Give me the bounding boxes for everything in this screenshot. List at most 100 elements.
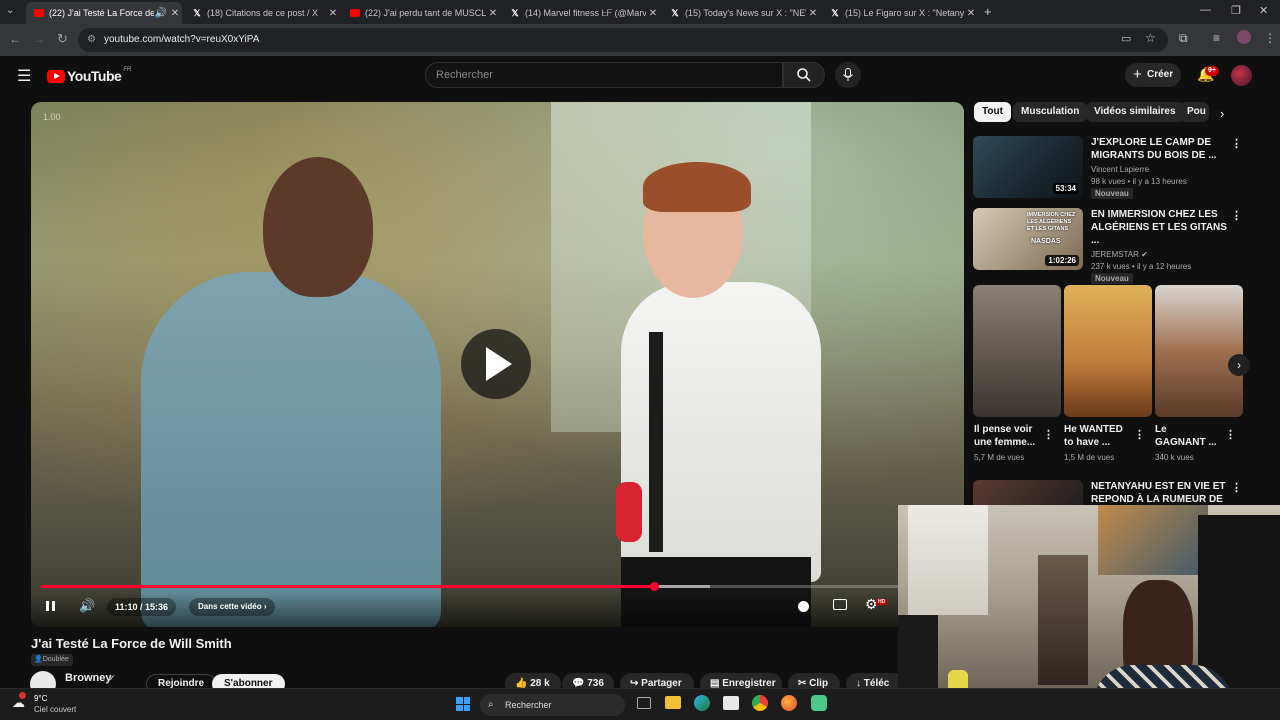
duration-badge: 1:02:26 (1045, 255, 1079, 266)
channel-name[interactable]: Browney (65, 672, 111, 684)
media-controls-icon[interactable]: ≡ (1213, 31, 1220, 45)
hamburger-menu-icon[interactable]: ☰ (17, 66, 31, 86)
profile-avatar[interactable] (1237, 30, 1251, 44)
window-background (908, 505, 988, 615)
firefox-icon[interactable] (781, 695, 797, 711)
short-views: 1,5 M de vues (1064, 453, 1115, 462)
youtube-logo-text: YouTube (67, 68, 122, 84)
search-icon (797, 68, 811, 82)
extensions-icon[interactable]: ⧉ (1179, 31, 1188, 46)
browser-tab[interactable]: 𝕏 (15) Today's News sur X : "NEW ✕ (662, 2, 820, 24)
taskbar-search[interactable]: ⌕ Rechercher (480, 694, 625, 716)
more-actions-icon[interactable]: ⋮ (1043, 428, 1054, 441)
site-info-icon[interactable]: ⚙ (87, 28, 96, 52)
chip-similar-videos[interactable]: Vidéos similaires (1086, 102, 1184, 122)
windows-start-icon[interactable] (456, 697, 470, 711)
person-right-tie (649, 332, 663, 552)
person-left-head (263, 157, 373, 297)
rec-title-line2: ALGÉRIENS ET LES GITANS ... (1091, 222, 1227, 246)
chip-more[interactable]: Pou (1179, 102, 1209, 122)
recommendation-item[interactable]: J'EXPLORE LE CAMP DE MIGRANTS DU BOIS DE… (1091, 136, 1231, 199)
more-actions-icon[interactable]: ⋮ (1134, 428, 1145, 441)
url-field[interactable]: ⚙ youtube.com/watch?v=reuX0xYiPA (78, 28, 1168, 52)
wall-poster (1098, 505, 1208, 575)
short-item[interactable]: Le GAGNANT ... 340 k vues (1155, 423, 1221, 464)
person-left-sweater (141, 272, 441, 627)
chip-all[interactable]: Tout (974, 102, 1011, 122)
store-icon[interactable] (723, 696, 739, 710)
reload-icon[interactable]: ↻ (57, 31, 68, 47)
url-text: youtube.com/watch?v=reuX0xYiPA (104, 34, 260, 45)
dubbed-badge: 👤Doublée (31, 654, 73, 666)
more-actions-icon[interactable]: ⋮ (1231, 481, 1242, 494)
browser-menu-icon[interactable]: ⋮ (1264, 31, 1276, 45)
shorts-next-button[interactable]: › (1228, 354, 1250, 376)
play-icon (486, 347, 512, 381)
tab-search-chevron-icon[interactable]: ⌄ (6, 5, 14, 16)
edge-icon[interactable] (694, 695, 710, 711)
play-button[interactable] (461, 329, 531, 399)
browser-tab[interactable]: (22) J'ai Testé La Force de W 🔊 ✕ (26, 2, 182, 24)
short-thumbnail[interactable] (1155, 285, 1243, 417)
browser-tab[interactable]: 𝕏 (18) Citations de ce post / X ✕ (184, 2, 340, 24)
weather-temperature: 9°C (34, 694, 48, 703)
voice-search-button[interactable] (835, 62, 861, 88)
tab-label: (15) Le Figaro sur X : "Netanyal (845, 8, 964, 18)
task-view-icon[interactable] (637, 697, 651, 709)
short-item[interactable]: Il pense voir une femme... 5,7 M de vues (974, 423, 1040, 464)
bookmark-star-icon[interactable]: ☆ (1145, 31, 1156, 45)
window-close-icon[interactable]: ✕ (1259, 4, 1268, 17)
youtube-logo-icon (47, 69, 65, 83)
maximize-icon[interactable]: ❐ (1231, 4, 1241, 17)
short-thumbnail[interactable] (1064, 285, 1152, 417)
forward-icon[interactable]: → (33, 32, 45, 46)
app-icon[interactable] (811, 695, 827, 711)
browser-tab[interactable]: 𝕏 (14) Marvel fitness ᖶᖴ (@Marvel ✕ (502, 2, 660, 24)
search-input[interactable]: Rechercher (425, 62, 783, 88)
close-icon[interactable]: ✕ (486, 8, 500, 19)
short-thumbnail[interactable] (973, 285, 1061, 417)
short-item[interactable]: He WANTED to have ... 1,5 M de vues (1064, 423, 1130, 464)
bookshelf (1038, 555, 1088, 685)
search-button[interactable] (783, 62, 825, 88)
close-icon[interactable]: ✕ (326, 8, 340, 19)
close-icon[interactable]: ✕ (168, 8, 182, 19)
video-player[interactable]: 1.00 🔊 11:10 / 15:36 Dans cette vidéo › … (31, 102, 964, 627)
create-label: Créer (1147, 69, 1174, 80)
account-avatar[interactable] (1231, 65, 1252, 86)
close-icon[interactable]: ✕ (806, 8, 820, 19)
rec-channel: JEREMSTAR ✔ (1091, 249, 1231, 261)
chevron-right-icon[interactable]: › (1220, 106, 1224, 121)
volume-icon[interactable]: 🔊 (79, 598, 95, 614)
close-icon[interactable]: ✕ (646, 8, 660, 19)
seek-bar[interactable] (41, 582, 899, 591)
address-bar-row: ← → ↻ ⚙ youtube.com/watch?v=reuX0xYiPA ▭… (0, 24, 1280, 56)
new-tab-icon[interactable]: + (984, 4, 992, 19)
cast-icon[interactable]: ▭ (1121, 32, 1131, 45)
minimize-icon[interactable]: — (1200, 4, 1211, 16)
subtitles-icon[interactable] (833, 599, 847, 610)
more-actions-icon[interactable]: ⋮ (1231, 209, 1242, 222)
youtube-logo[interactable]: YouTube FR (47, 67, 131, 84)
chapter-button[interactable]: Dans cette vidéo › (189, 598, 276, 616)
more-actions-icon[interactable]: ⋮ (1225, 428, 1236, 441)
pause-button[interactable] (45, 599, 57, 613)
browser-tab[interactable]: (22) J'ai perdu tant de MUSCLE ✕ (342, 2, 500, 24)
recommendation-item[interactable]: EN IMMERSION CHEZ LES ALGÉRIENS ET LES G… (1091, 208, 1231, 284)
video-title: J'ai Testé La Force de Will Smith (31, 636, 232, 651)
file-explorer-icon[interactable] (665, 696, 681, 709)
close-icon[interactable]: ✕ (964, 8, 978, 19)
browser-tab[interactable]: 𝕏 (15) Le Figaro sur X : "Netanyal ✕ (822, 2, 978, 24)
x-icon: 𝕏 (511, 8, 519, 18)
video-thumbnail[interactable]: IMMERSION CHEZ LES ALGÉRIENS ET LES GITA… (973, 208, 1083, 270)
speaker-icon: 🔊 (154, 7, 168, 19)
chip-musculation[interactable]: Musculation (1013, 102, 1088, 122)
more-actions-icon[interactable]: ⋮ (1231, 137, 1242, 150)
rec-channel: Vincent Lapierre (1091, 165, 1150, 174)
autoplay-toggle[interactable] (798, 601, 809, 612)
create-button[interactable]: + Créer (1125, 63, 1181, 87)
video-thumbnail[interactable]: 53:34 (973, 136, 1083, 198)
video-thumbnail[interactable] (973, 480, 1083, 505)
chrome-icon[interactable] (752, 695, 768, 711)
back-icon[interactable]: ← (9, 32, 21, 46)
